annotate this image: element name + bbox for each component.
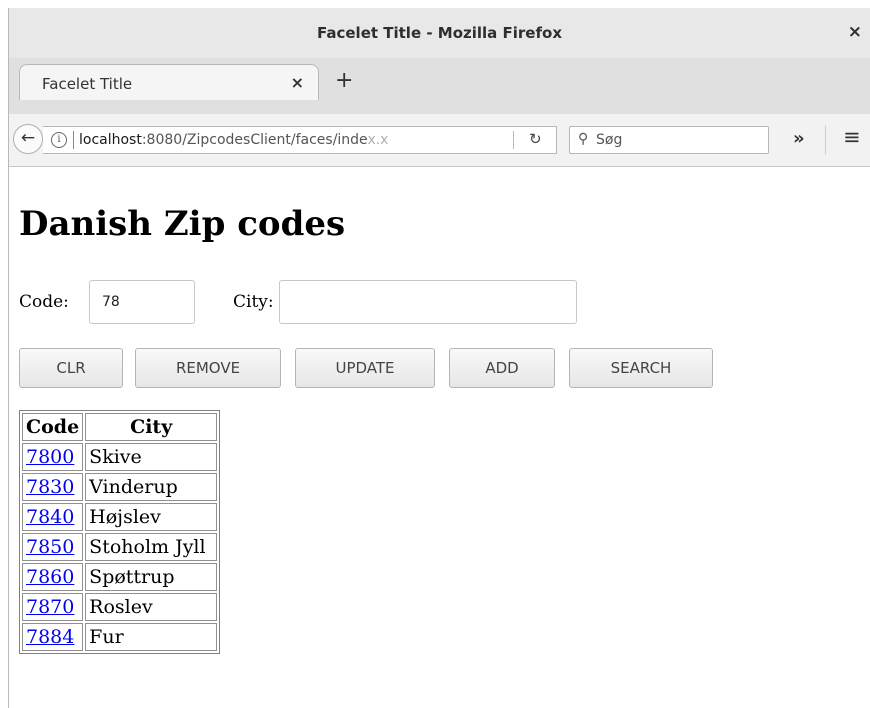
tab-close-icon[interactable]: × — [291, 73, 304, 92]
toolbar-separator — [825, 126, 826, 154]
table-row: 7884 Fur — [22, 623, 218, 651]
zip-code-link[interactable]: 7884 — [26, 626, 74, 648]
search-placeholder: Søg — [596, 132, 623, 148]
search-icon: ⚲ — [578, 131, 589, 147]
title-bar: Facelet Title - Mozilla Firefox × — [9, 8, 870, 58]
column-header-city: City — [85, 413, 218, 441]
search-button[interactable]: SEARCH — [569, 348, 713, 388]
search-bar[interactable]: ⚲ Søg — [569, 126, 769, 154]
code-cell: 7840 — [22, 503, 84, 531]
city-cell: Roslev — [85, 593, 218, 621]
zip-code-link[interactable]: 7850 — [26, 536, 74, 558]
city-cell: Fur — [85, 623, 218, 651]
code-cell: 7860 — [22, 563, 84, 591]
back-arrow-icon[interactable]: ← — [13, 124, 43, 154]
city-input[interactable] — [279, 280, 577, 324]
zip-code-link[interactable]: 7870 — [26, 596, 74, 618]
url-fade: x.x — [367, 132, 389, 148]
add-button[interactable]: ADD — [449, 348, 555, 388]
tab-label: Facelet Title — [42, 75, 133, 93]
table-row: 7830 Vinderup — [22, 473, 218, 501]
page-content: Danish Zip codes Code: 78 City: CLR REMO… — [9, 166, 870, 708]
new-tab-icon[interactable]: + — [335, 68, 353, 93]
url-host: localhost — [79, 132, 142, 148]
city-cell: Højslev — [85, 503, 218, 531]
browser-window: Facelet Title - Mozilla Firefox × Facele… — [8, 8, 870, 708]
code-cell: 7884 — [22, 623, 84, 651]
page-title: Danish Zip codes — [19, 204, 346, 244]
code-cell: 7830 — [22, 473, 84, 501]
table-row: 7840 Højslev — [22, 503, 218, 531]
close-icon[interactable]: × — [848, 22, 862, 42]
reload-icon[interactable]: ↻ — [529, 130, 542, 148]
code-cell: 7800 — [22, 443, 84, 471]
url-bar[interactable]: i localhost:8080/ZipcodesClient/faces/in… — [43, 126, 557, 154]
table-header-row: Code City — [22, 413, 218, 441]
url-text[interactable]: localhost:8080/ZipcodesClient/faces/inde… — [79, 132, 479, 148]
city-cell: Stoholm Jyll — [85, 533, 218, 561]
code-label: Code: — [19, 292, 69, 312]
info-icon[interactable]: i — [51, 132, 67, 148]
url-separator-2 — [513, 131, 514, 149]
remove-button[interactable]: REMOVE — [135, 348, 281, 388]
table-row: 7870 Roslev — [22, 593, 218, 621]
column-header-code: Code — [22, 413, 84, 441]
table-row: 7860 Spøttrup — [22, 563, 218, 591]
code-cell: 7870 — [22, 593, 84, 621]
tab-bar: Facelet Title × + — [9, 58, 870, 115]
navigation-bar: ← i localhost:8080/ZipcodesClient/faces/… — [9, 114, 870, 167]
city-cell: Vinderup — [85, 473, 218, 501]
window-title: Facelet Title - Mozilla Firefox — [317, 24, 562, 42]
overflow-chevron-icon[interactable]: » — [793, 128, 805, 149]
hamburger-menu-icon[interactable]: ≡ — [843, 125, 861, 149]
zip-code-link[interactable]: 7840 — [26, 506, 74, 528]
city-cell: Spøttrup — [85, 563, 218, 591]
update-button[interactable]: UPDATE — [295, 348, 435, 388]
url-separator — [73, 131, 74, 149]
city-label: City: — [233, 292, 274, 312]
city-cell: Skive — [85, 443, 218, 471]
table-row: 7850 Stoholm Jyll — [22, 533, 218, 561]
zip-table: Code City 7800 Skive 7830 Vinderup 7840 … — [19, 410, 221, 654]
zip-code-link[interactable]: 7860 — [26, 566, 74, 588]
tab-facelet-title[interactable]: Facelet Title × — [19, 64, 319, 100]
code-input[interactable]: 78 — [89, 280, 195, 324]
zip-code-link[interactable]: 7800 — [26, 446, 74, 468]
clr-button[interactable]: CLR — [19, 348, 123, 388]
zip-code-link[interactable]: 7830 — [26, 476, 74, 498]
table-row: 7800 Skive — [22, 443, 218, 471]
code-cell: 7850 — [22, 533, 84, 561]
url-path: :8080/ZipcodesClient/faces/inde — [141, 132, 368, 148]
